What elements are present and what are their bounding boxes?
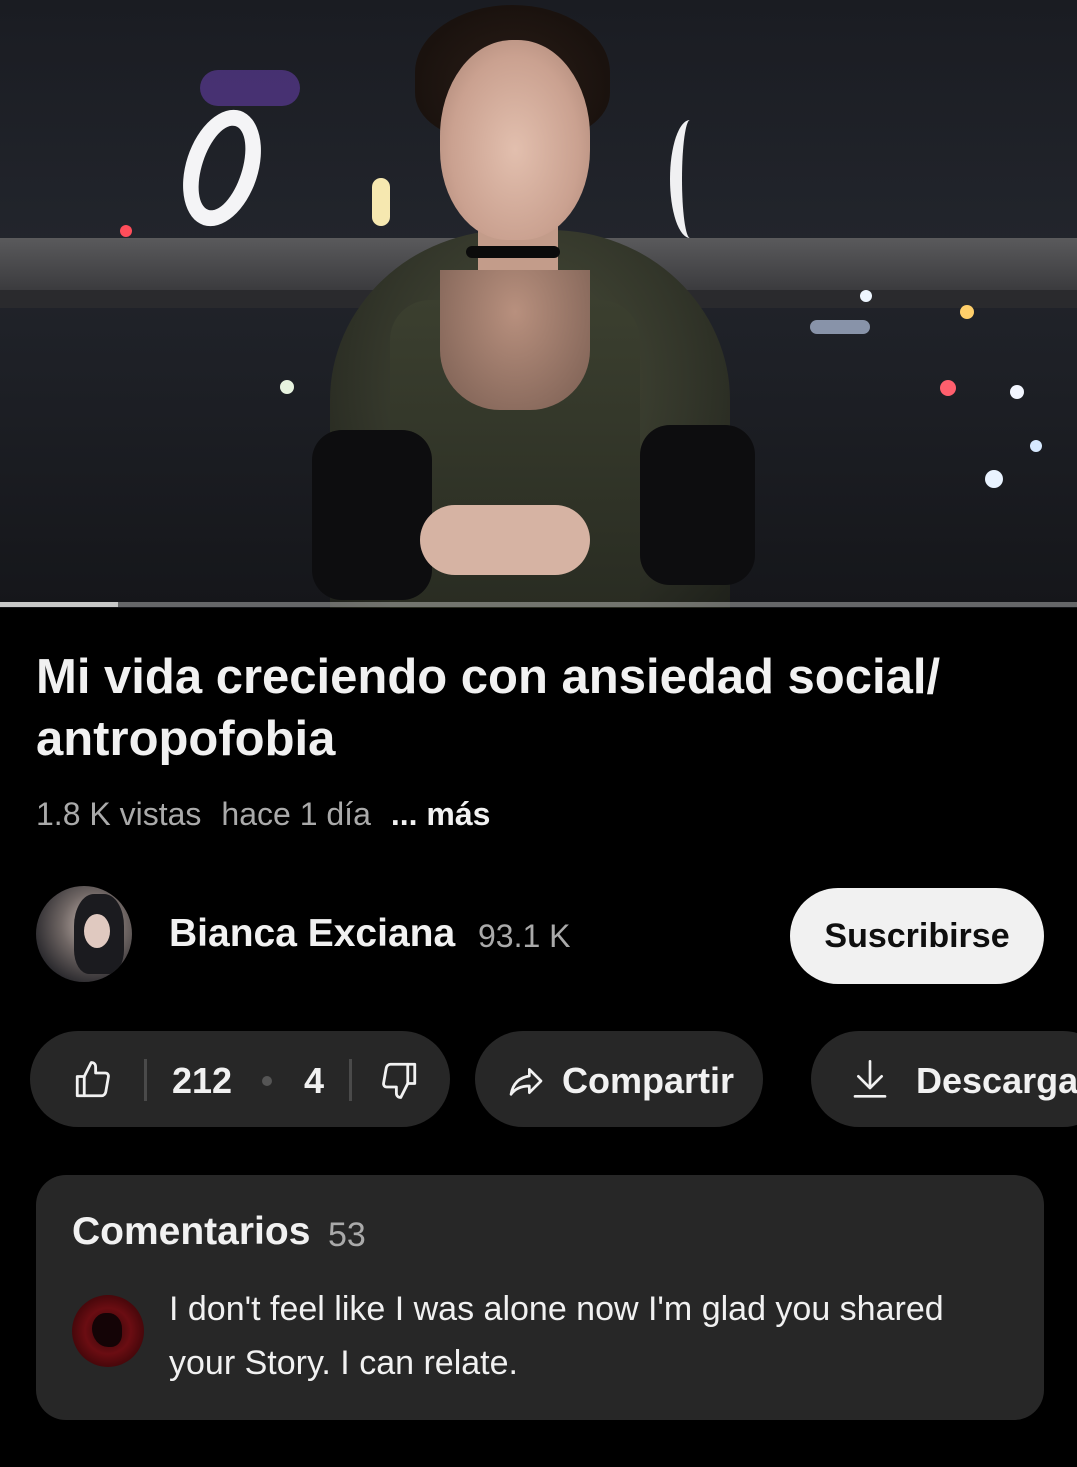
comments-title: Comentarios [72, 1210, 311, 1253]
bokeh-light [280, 380, 294, 394]
bokeh-light [1010, 385, 1024, 399]
background-neon-arc [670, 120, 710, 238]
subscribe-button[interactable]: Suscribirse [790, 888, 1044, 984]
crow-avatar-image [92, 1313, 122, 1347]
bokeh-light [120, 225, 132, 237]
upload-age: hace 1 día [221, 796, 371, 832]
bokeh-light [985, 470, 1003, 488]
share-label[interactable]: Compartir [562, 1060, 734, 1102]
progress-bar-fill[interactable] [0, 602, 119, 607]
channel-name[interactable]: Bianca Exciana [169, 912, 455, 956]
person-hands [420, 505, 590, 575]
comments-count: 53 [328, 1216, 366, 1254]
subscriber-count: 93.1 K [478, 918, 571, 954]
person-arm-right [640, 425, 755, 585]
progress-bar-track[interactable] [0, 602, 1077, 607]
person-face [440, 40, 590, 240]
bokeh-light [860, 290, 872, 302]
person-arm-left [312, 430, 432, 600]
background-neon-ring [169, 99, 275, 237]
download-icon [850, 1056, 890, 1105]
thumbs-up-icon[interactable] [72, 1059, 114, 1106]
video-meta[interactable]: 1.8 K vistas hace 1 día ... más [36, 796, 490, 833]
bokeh-light [940, 380, 956, 396]
bokeh-light [810, 320, 870, 334]
person-chest [440, 270, 590, 410]
dislike-divider [349, 1059, 352, 1101]
like-divider [144, 1059, 147, 1101]
video-player[interactable] [0, 0, 1077, 608]
video-watch-page: Mi vida creciendo con ansiedad social/ a… [0, 0, 1077, 1467]
commenter-avatar[interactable] [72, 1295, 144, 1367]
bokeh-light [960, 305, 974, 319]
bokeh-light [372, 178, 390, 226]
view-count: 1.8 K vistas [36, 796, 202, 832]
channel-avatar[interactable] [36, 886, 132, 982]
video-title[interactable]: Mi vida creciendo con ansiedad social/ a… [36, 646, 1036, 770]
count-separator-dot [262, 1076, 272, 1086]
person-choker [466, 246, 560, 258]
dislike-count[interactable]: 4 [304, 1060, 324, 1102]
bokeh-light [200, 70, 300, 106]
share-arrow-icon [505, 1061, 547, 1106]
avatar-face [84, 914, 110, 948]
download-label[interactable]: Descargar [916, 1060, 1077, 1102]
more-description-link[interactable]: ... más [391, 796, 491, 833]
bokeh-light [1030, 440, 1042, 452]
thumbs-down-icon[interactable] [378, 1059, 420, 1106]
like-count[interactable]: 212 [172, 1060, 232, 1102]
top-comment-text[interactable]: I don't feel like I was alone now I'm gl… [169, 1282, 1019, 1390]
